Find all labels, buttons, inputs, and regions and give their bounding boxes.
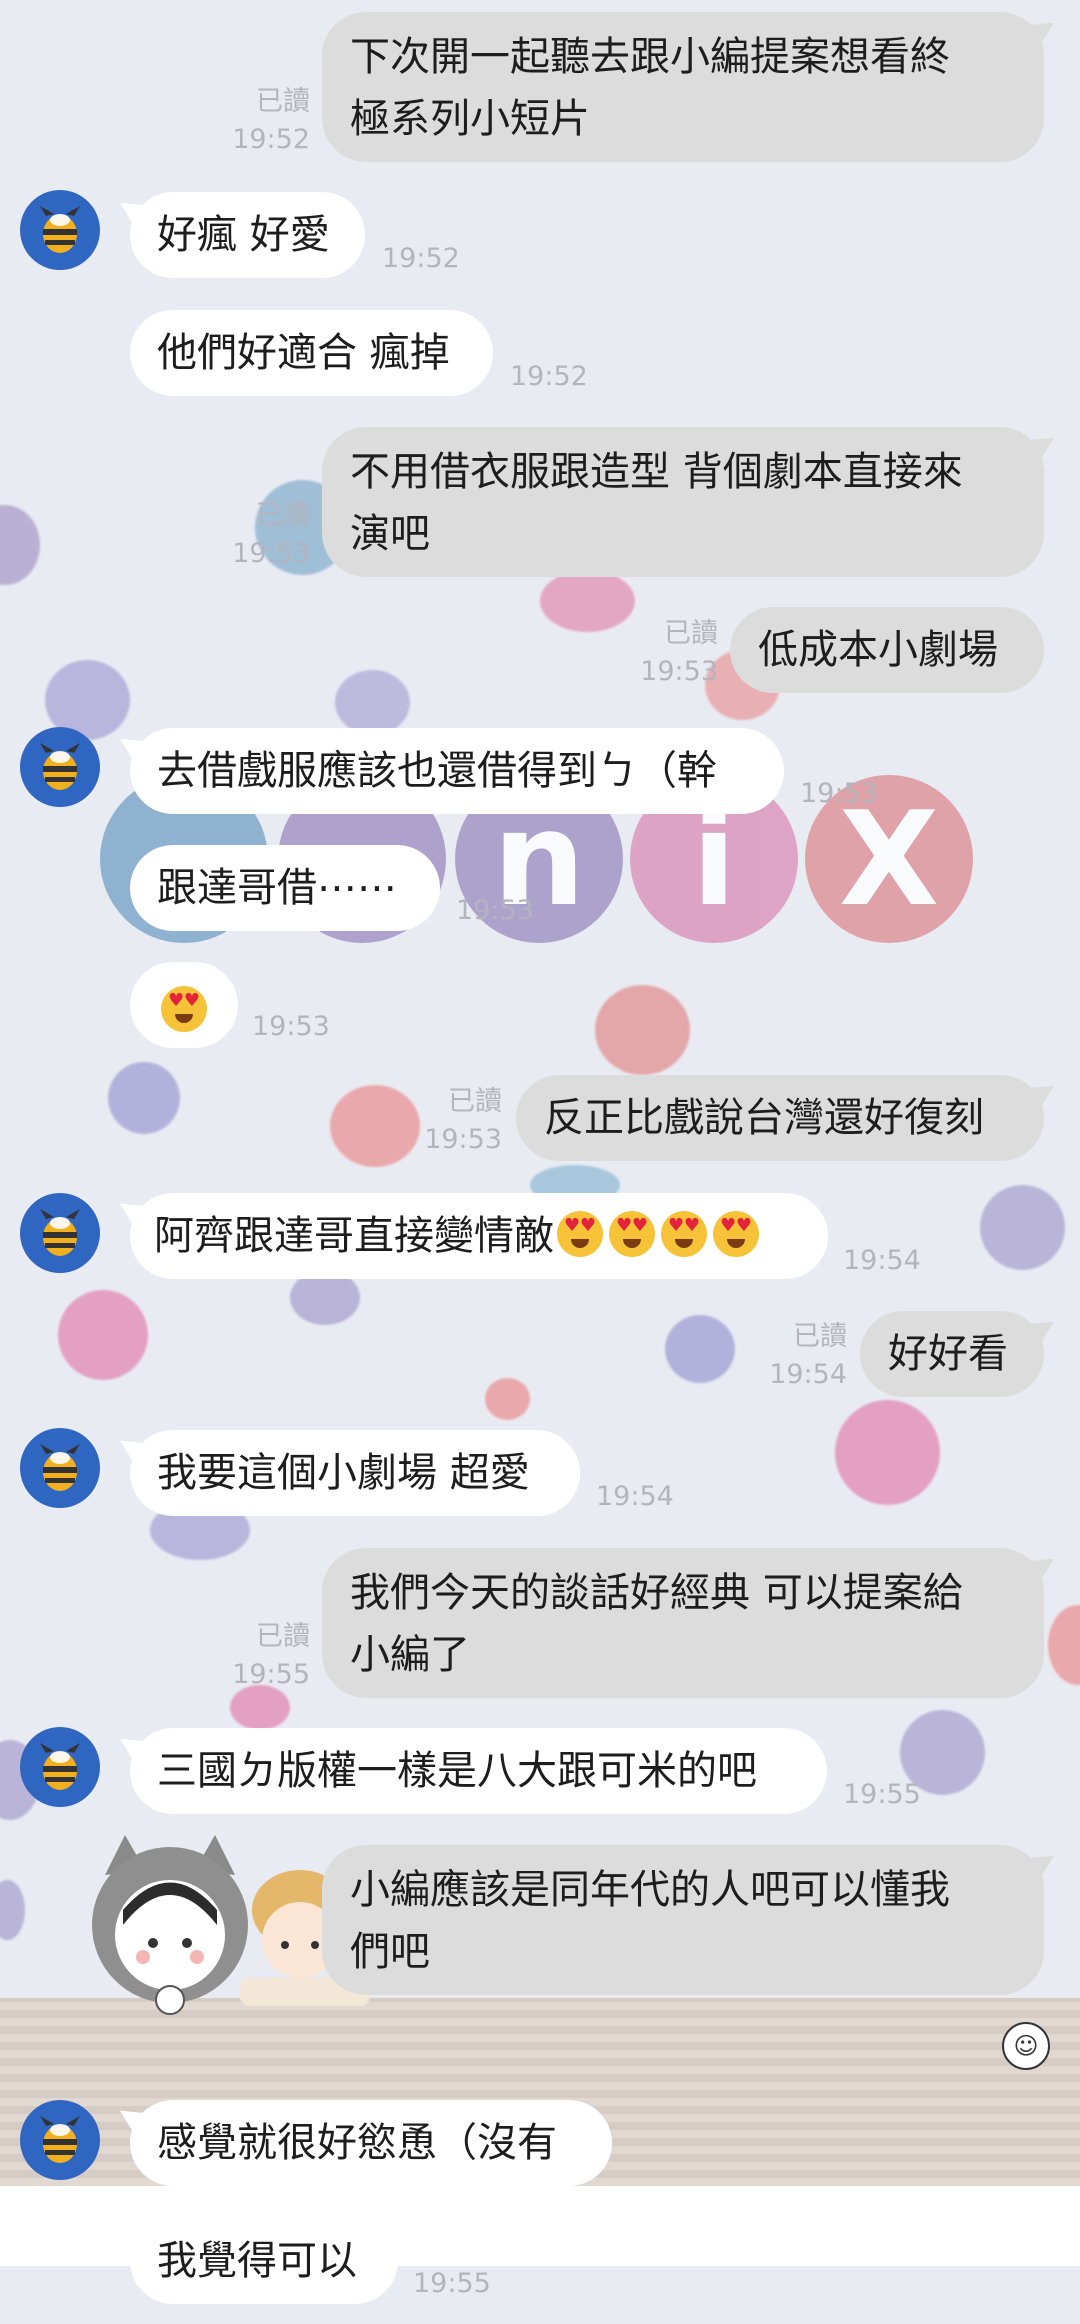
background-blob [835,1400,940,1505]
message-time: 19:53 [232,538,310,569]
message-meta: 已讀 19:54 [735,1318,847,1394]
message-bubble-outgoing[interactable]: 好好看 [860,1311,1044,1397]
background-blob [595,985,690,1075]
background-blob [485,1378,530,1420]
message-text: 三國ㄉ版權一樣是八大跟可米的吧 [157,1748,757,1794]
message-time: 19:54 [769,1359,847,1390]
message-time: 19:53 [640,656,718,687]
message-text: 極系列小短片 [350,96,590,142]
message-bubble-outgoing[interactable]: 不用借衣服跟造型 背個劇本直接來 演吧 [322,427,1044,577]
message-bubble-outgoing[interactable]: 我們今天的談話好經典 可以提案給 小編了 [322,1548,1044,1698]
bee-icon [40,1209,80,1256]
message-text: 演吧 [350,511,430,557]
message-bubble-incoming[interactable]: 我要這個小劇場 超愛 [130,1430,580,1516]
message-time: 19:52 [232,124,310,155]
message-meta: 已讀 19:53 [400,1083,502,1159]
message-time: 19:55 [232,1659,310,1690]
message-bubble-incoming[interactable]: 阿齊跟達哥直接變情敵 [130,1193,828,1279]
message-time: 19:52 [510,361,588,392]
read-receipt: 已讀 [448,1086,502,1117]
message-text: 我們今天的談話好經典 可以提案給 [350,1570,963,1616]
message-time: 19:53 [252,1011,330,1042]
contact-avatar[interactable] [20,2100,100,2180]
message-text: 感覺就很好慾恿（沒有 [157,2120,557,2166]
message-bubble-incoming[interactable]: 感覺就很好慾恿（沒有 [130,2100,612,2186]
message-text: 好瘋 好愛 [157,212,330,258]
message-text: 他們好適合 瘋掉 [157,330,450,376]
read-receipt: 已讀 [664,618,718,649]
contact-avatar[interactable] [20,190,100,270]
heart-eyes-emoji-icon [161,986,207,1032]
message-text: 去借戲服應該也還借得到ㄅ（幹 [157,748,717,794]
background-blob [335,670,410,735]
heart-eyes-emoji-icon [661,1211,707,1257]
contact-avatar[interactable] [20,1193,100,1273]
message-time: 19:55 [843,1779,921,1810]
message-bubble-incoming[interactable]: 他們好適合 瘋掉 [130,310,493,396]
message-text: 阿齊跟達哥直接變情敵 [154,1213,554,1259]
background-blob [108,1062,180,1134]
background-blob [665,1315,735,1383]
message-meta: 已讀 19:53 [210,497,310,573]
message-text: 低成本小劇場 [758,627,998,673]
bee-icon [40,1743,80,1790]
message-bubble-outgoing[interactable]: 下次開一起聽去跟小編提案想看終 極系列小短片 [322,12,1044,162]
heart-eyes-emoji-icon [713,1211,759,1257]
background-blob [0,505,40,585]
heart-eyes-emoji-icon [609,1211,655,1257]
message-text: 反正比戲說台灣還好復刻 [544,1095,984,1141]
message-text: 我覺得可以 [157,2238,357,2284]
read-receipt: 已讀 [256,86,310,117]
message-text: 我要這個小劇場 超愛 [157,1450,530,1496]
message-bubble-incoming[interactable] [130,962,238,1048]
message-meta: 已讀 19:55 [210,1618,310,1694]
bee-icon [40,2116,80,2163]
message-bubble-incoming[interactable]: 我覺得可以 [130,2218,398,2304]
bee-icon [40,1444,80,1491]
message-bubble-incoming[interactable]: 跟達哥借⋯⋯ [130,845,440,931]
contact-avatar[interactable] [20,727,100,807]
message-text: 好好看 [888,1331,1008,1377]
background-blob [58,1290,148,1380]
message-time: 19:54 [596,1481,674,1512]
message-bubble-incoming[interactable]: 去借戲服應該也還借得到ㄅ（幹 [130,728,784,814]
message-time: 19:52 [382,243,460,274]
message-bubble-outgoing[interactable]: 小編應該是同年代的人吧可以懂我 們吧 [322,1845,1044,1995]
message-meta: 已讀 19:52 [210,83,310,159]
message-bubble-outgoing[interactable]: 低成本小劇場 [730,607,1044,693]
message-text: 小編應該是同年代的人吧可以懂我 [350,1867,950,1913]
message-time: 19:53 [800,778,878,809]
message-text: 們吧 [350,1929,430,1975]
message-text: 小編了 [350,1632,470,1678]
cat-hood-sticker [92,1835,248,2015]
contact-avatar[interactable] [20,1727,100,1807]
message-text: 不用借衣服跟造型 背個劇本直接來 [350,449,963,495]
background-blob [0,1880,25,1940]
message-bubble-incoming[interactable]: 好瘋 好愛 [130,192,365,278]
bee-icon [40,743,80,790]
background-blob [1048,1605,1080,1685]
read-receipt: 已讀 [256,500,310,531]
message-bubble-outgoing[interactable]: 反正比戲說台灣還好復刻 [516,1075,1044,1161]
bee-icon [40,206,80,253]
sticker-shortcut-icon[interactable]: ☺ [1002,2022,1050,2070]
heart-eyes-emoji-icon [557,1211,603,1257]
background-blob [980,1185,1065,1270]
message-bubble-incoming[interactable]: 三國ㄉ版權一樣是八大跟可米的吧 [130,1728,827,1814]
read-receipt: 已讀 [256,1621,310,1652]
message-time: 19:53 [424,1124,502,1155]
message-text: 下次開一起聽去跟小編提案想看終 [350,34,950,80]
read-receipt: 已讀 [793,1321,847,1352]
message-time: 19:55 [413,2268,491,2299]
message-time: 19:54 [843,1245,921,1276]
message-meta: 已讀 19:53 [620,615,718,691]
message-time: 19:53 [456,895,534,926]
message-text: 跟達哥借⋯⋯ [157,865,397,911]
contact-avatar[interactable] [20,1428,100,1508]
